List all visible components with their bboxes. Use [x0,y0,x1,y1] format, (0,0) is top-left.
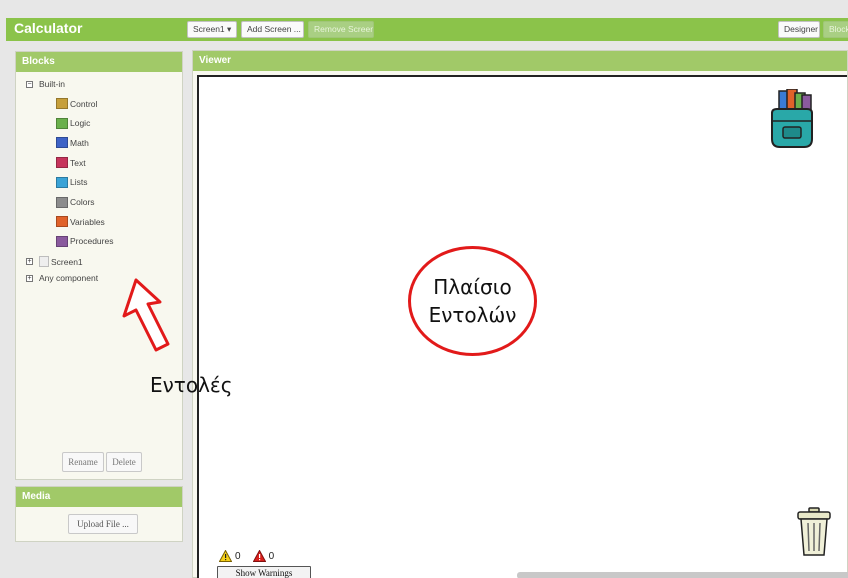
circle-label-line1: Πλαίσιο [433,275,512,299]
viewer-panel-title: Viewer [193,51,847,71]
expand-icon[interactable]: + [26,274,33,282]
circle-label-line2: Εντολών [428,303,517,327]
tree-any-component[interactable]: + Any component [26,273,98,283]
blocks-editor-button[interactable]: Blocks [823,21,848,38]
error-triangle-icon [252,550,266,562]
collapse-icon[interactable]: − [26,80,33,88]
color-swatch-icon [56,216,68,228]
blocks-panel-title: Blocks [16,52,182,72]
color-swatch-icon [56,137,68,149]
color-swatch-icon [56,157,68,169]
rename-button[interactable]: Rename [62,452,104,472]
remove-screen-button[interactable]: Remove Screen [308,21,374,38]
media-panel-title: Media [16,487,182,507]
warning-count: 0 [235,550,241,562]
workspace-annotation-circle: Πλαίσιο Εντολών [408,246,537,356]
blocks-workspace[interactable]: 0 0 Show Warnings Πλαίσιο Εντολών [197,75,848,578]
tree-item-logic[interactable]: Logic [56,117,91,129]
trash-can-icon[interactable] [795,507,833,557]
color-swatch-icon [56,196,68,208]
horizontal-scrollbar[interactable] [517,572,848,578]
tree-item-text[interactable]: Text [56,157,86,169]
screen-icon [39,256,49,267]
warnings-indicator: 0 0 [219,550,286,562]
add-screen-button[interactable]: Add Screen ... [241,21,304,38]
viewer-panel: Viewer 0 0 Show Warnings Πλαίσιο Εντολών [192,50,848,578]
color-swatch-icon [56,117,68,129]
screen-select-dropdown[interactable]: Screen1 ▾ [187,21,237,38]
arrow-annotation-label: Εντολές [150,373,233,397]
tree-item-label: Logic [70,118,91,129]
tree-item-procedures[interactable]: Procedures [56,235,114,247]
backpack-icon[interactable] [769,89,815,151]
tree-item-label: Math [70,137,89,148]
tree-item-label: Text [70,157,86,168]
tree-screen1[interactable]: + Screen1 [26,256,83,267]
warning-triangle-icon [219,550,232,562]
color-swatch-icon [56,176,68,188]
tree-item-label: Variables [70,216,105,227]
expand-icon[interactable]: + [26,258,33,265]
arrow-annotation-icon [122,278,170,352]
tree-item-variables[interactable]: Variables [56,216,105,228]
screen1-label: Screen1 [51,256,83,267]
top-toolbar: Calculator Screen1 ▾ Add Screen ... Remo… [6,18,848,41]
designer-button[interactable]: Designer [778,21,820,38]
tree-item-control[interactable]: Control [56,98,97,109]
any-component-label: Any component [39,273,99,283]
tree-item-lists[interactable]: Lists [56,176,88,188]
error-count: 0 [268,550,275,562]
color-swatch-icon [56,98,68,109]
tree-item-label: Lists [70,177,88,188]
tree-item-colors[interactable]: Colors [56,196,95,208]
app-title: Calculator [14,20,83,36]
color-swatch-icon [56,235,68,247]
delete-button[interactable]: Delete [106,452,142,472]
blocks-panel: Blocks − Built-in Control Logic Math Text Li… [15,51,183,480]
tree-item-label: Control [70,98,98,109]
show-warnings-button[interactable]: Show Warnings [217,566,311,578]
tree-item-label: Procedures [70,236,114,247]
upload-file-button[interactable]: Upload File ... [68,514,138,534]
tree-builtin[interactable]: − Built-in [26,79,65,89]
tree-item-math[interactable]: Math [56,137,89,149]
media-panel: Media Upload File ... [15,486,183,542]
tree-item-label: Colors [70,197,95,207]
builtin-label: Built-in [39,79,65,89]
